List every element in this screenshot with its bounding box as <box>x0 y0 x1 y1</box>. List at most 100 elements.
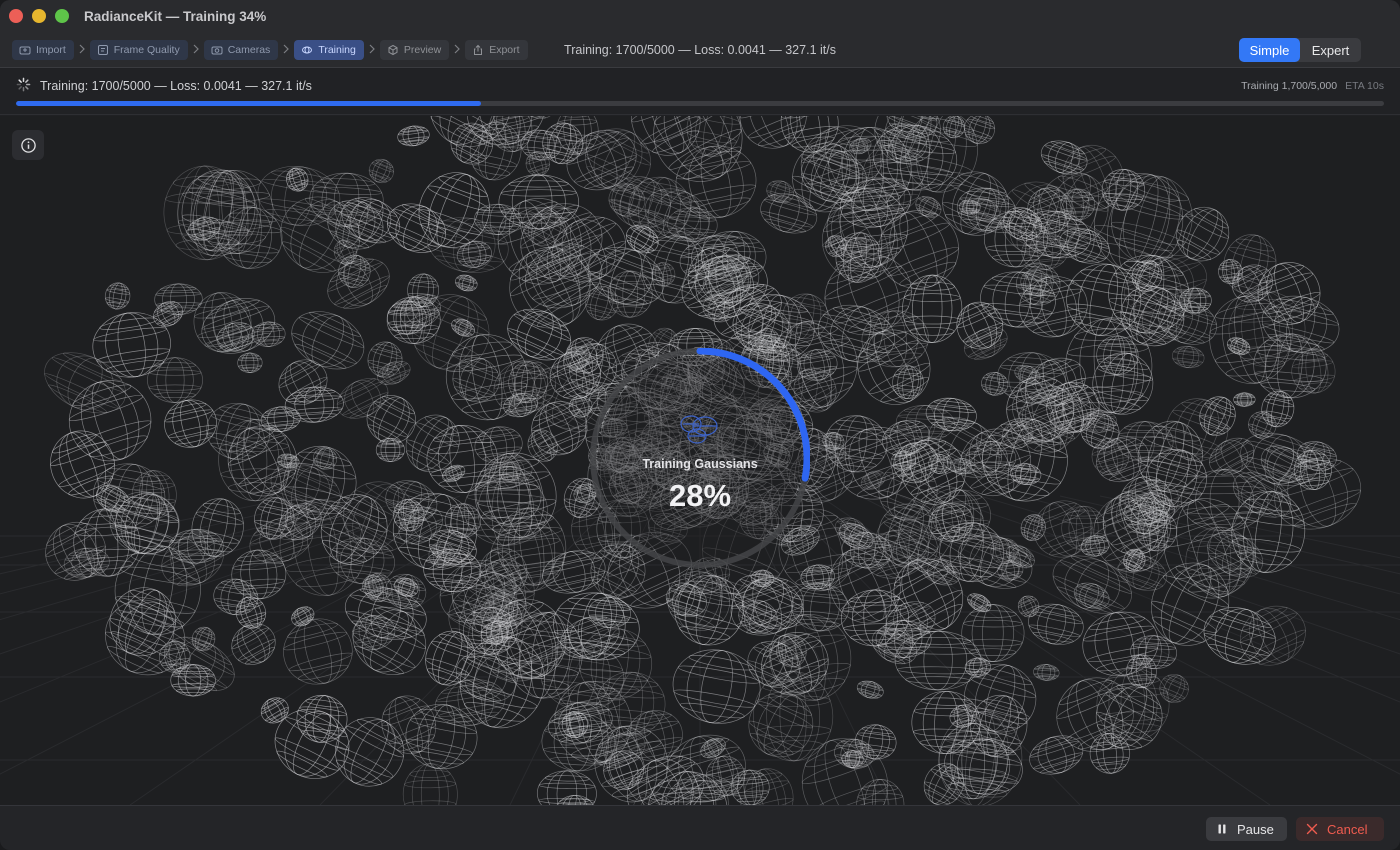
gaussian-ellipsoid <box>516 116 555 119</box>
gaussian-ellipsoid <box>191 626 216 652</box>
training-status-strip: Training: 1700/5000 — Loss: 0.0041 — 327… <box>0 69 1400 115</box>
gaussian-viewport[interactable]: Training Gaussians 28% <box>0 116 1400 805</box>
gaussian-ellipsoid <box>915 196 942 218</box>
gaussian-ellipsoid <box>284 386 344 423</box>
pause-button[interactable]: Pause <box>1206 817 1287 841</box>
close-window-button[interactable] <box>9 9 23 23</box>
gaussian-ellipsoid <box>834 517 866 540</box>
breadcrumb-preview[interactable]: Preview <box>379 40 450 60</box>
gaussian-ellipsoid <box>856 680 884 699</box>
gaussian-ellipsoid <box>925 397 977 432</box>
gaussian-ellipsoid <box>177 171 258 257</box>
gaussian-ellipsoid <box>824 415 888 473</box>
mode-expert-button[interactable]: Expert <box>1300 38 1361 62</box>
gaussian-ellipsoid <box>1091 437 1130 476</box>
gaussian-ellipsoid <box>1056 677 1134 752</box>
gaussian-ellipsoid <box>672 649 761 724</box>
breadcrumb-label: Frame Quality <box>113 44 180 56</box>
footer-bar: Pause Cancel <box>0 805 1400 850</box>
info-button[interactable] <box>12 130 44 160</box>
mode-simple-button[interactable]: Simple <box>1239 38 1300 62</box>
pause-icon <box>1216 823 1228 835</box>
import-icon <box>19 44 31 56</box>
gaussians-icon <box>680 415 718 444</box>
gaussian-ellipsoid <box>455 274 478 292</box>
gaussian-ellipsoid <box>154 283 203 316</box>
gaussian-ellipsoid <box>291 606 315 627</box>
breadcrumb: Import Frame Quality Cameras Training Pr… <box>12 40 528 60</box>
gaussian-ellipsoid <box>578 628 653 700</box>
training-progress-bar <box>16 101 1384 106</box>
breadcrumb-label: Preview <box>403 44 442 56</box>
status-text: Training: 1700/5000 — Loss: 0.0041 — 327… <box>40 79 312 93</box>
gaussian-ellipsoid <box>1171 345 1205 369</box>
gaussian-ellipsoid <box>905 116 978 193</box>
eta-label: ETA 10s <box>1345 80 1384 92</box>
spinner-icon <box>16 77 31 92</box>
ring-percent: 28% <box>668 478 732 513</box>
breadcrumb-label: Import <box>36 44 66 56</box>
mode-toggle[interactable]: Simple Expert <box>1239 38 1361 62</box>
chevron-right-icon <box>364 44 380 57</box>
breadcrumb-label: Training <box>318 44 356 56</box>
cancel-label: Cancel <box>1327 821 1368 837</box>
gaussian-ellipsoid <box>825 235 848 258</box>
zoom-window-button[interactable] <box>55 9 69 23</box>
close-icon <box>1306 823 1318 835</box>
cancel-button[interactable]: Cancel <box>1296 817 1384 841</box>
pause-label: Pause <box>1237 821 1274 837</box>
gaussian-ellipsoid <box>104 282 131 310</box>
gaussian-ellipsoid <box>1261 390 1295 428</box>
gaussian-ellipsoid <box>560 615 620 659</box>
chevron-right-icon <box>449 44 465 57</box>
toolbar-status-text: Training: 1700/5000 — Loss: 0.0041 — 327… <box>564 43 836 57</box>
gaussian-ellipsoid <box>278 359 328 406</box>
breadcrumb-cameras[interactable]: Cameras <box>203 40 279 60</box>
gaussian-ellipsoid <box>260 697 289 724</box>
gaussian-ellipsoid <box>525 151 550 177</box>
gaussian-ellipsoid <box>961 604 1025 662</box>
gaussian-ellipsoid <box>191 498 244 557</box>
gaussian-ellipsoid <box>1159 674 1189 703</box>
gaussian-ellipsoid <box>451 318 475 337</box>
gaussian-ellipsoid <box>527 429 558 462</box>
minimize-window-button[interactable] <box>32 9 46 23</box>
gaussian-ellipsoid <box>1209 437 1255 476</box>
gaussian-ellipsoid <box>1248 411 1277 439</box>
chevron-right-icon <box>188 44 204 57</box>
gaussian-ellipsoid <box>921 558 961 586</box>
breadcrumb-frame-quality[interactable]: Frame Quality <box>89 40 188 60</box>
gaussian-ellipsoid <box>231 549 287 600</box>
chevron-right-icon <box>278 44 294 57</box>
breadcrumb-export[interactable]: Export <box>465 40 528 60</box>
chevron-right-icon <box>74 44 90 57</box>
gaussian-ellipsoid <box>531 401 588 456</box>
toolbar: Import Frame Quality Cameras Training Pr… <box>0 34 1400 68</box>
gaussian-ellipsoid <box>397 125 430 147</box>
training-progress-fill <box>16 101 482 106</box>
gaussian-ellipsoid <box>1029 735 1084 775</box>
ring-label: Training Gaussians <box>642 457 758 471</box>
share-icon <box>472 44 484 56</box>
gaussian-ellipsoid <box>291 311 365 370</box>
camera-icon <box>211 44 223 56</box>
info-icon <box>20 137 36 153</box>
frame-quality-icon <box>97 44 109 56</box>
gaussian-ellipsoid <box>536 770 597 805</box>
gaussian-ellipsoid <box>402 763 458 805</box>
title-bar: RadianceKit — Training 34% <box>0 0 1400 34</box>
gaussian-ellipsoid <box>68 380 152 462</box>
iteration-count: Training 1,700/5,000 <box>1241 80 1338 92</box>
gaussian-ellipsoid <box>1233 392 1256 407</box>
gaussian-ellipsoid <box>556 116 599 155</box>
gaussian-ellipsoid <box>50 430 115 499</box>
breadcrumb-training[interactable]: Training <box>294 40 364 60</box>
gaussian-ellipsoid <box>336 378 389 419</box>
gaussian-ellipsoid <box>164 399 217 448</box>
gaussian-ellipsoid <box>283 618 353 685</box>
gaussian-ellipsoid <box>1017 595 1040 618</box>
breadcrumb-label: Export <box>489 44 520 56</box>
gaussian-ellipsoid <box>237 352 263 373</box>
gaussian-ellipsoid <box>653 116 743 182</box>
breadcrumb-import[interactable]: Import <box>12 40 74 60</box>
